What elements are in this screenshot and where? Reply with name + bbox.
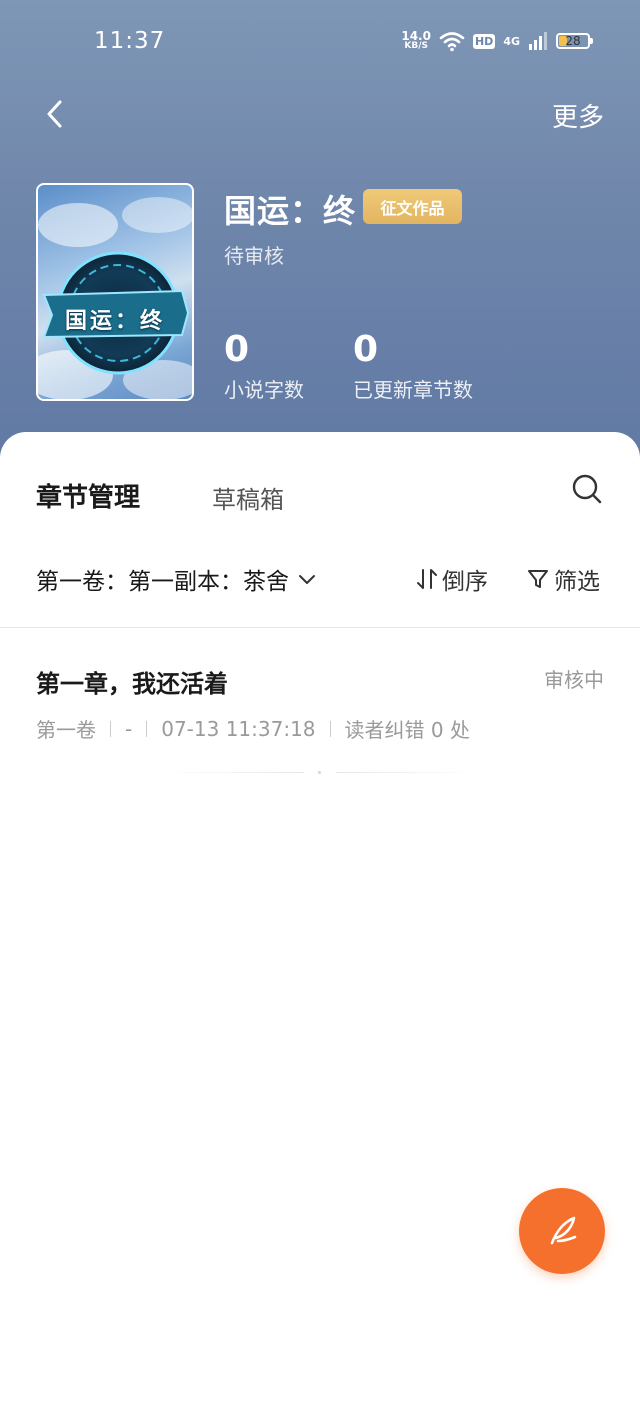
- stat-chapter-count: 0 已更新章节数: [353, 328, 473, 403]
- status-bar: 11:37 14.0 KB/S HD 4G 28: [0, 0, 640, 80]
- network-speed: 14.0 KB/S: [401, 29, 431, 51]
- chapter-time: 07-13 11:37:18: [161, 716, 316, 741]
- chapter-word-count: -: [125, 716, 133, 741]
- signal-icon: [529, 32, 547, 50]
- status-icons: 14.0 KB/S HD 4G 28: [401, 28, 593, 54]
- tab-chapter-management[interactable]: 章节管理: [36, 477, 140, 514]
- stat-value: 0: [224, 329, 250, 370]
- meta-separator: [329, 720, 331, 737]
- sort-label: 倒序: [442, 569, 488, 595]
- hd-badge: HD: [472, 33, 496, 49]
- meta-separator: [110, 720, 111, 737]
- list-end-dot: [318, 771, 321, 774]
- chapter-panel: 章节管理 草稿箱 第一卷：第一副本：茶舍 倒序 筛选 第一章，我还活着 审核中 …: [0, 432, 640, 1422]
- stat-value: 0: [353, 329, 379, 370]
- network-speed-value: 14.0: [401, 29, 431, 43]
- network-speed-unit: KB/S: [404, 41, 428, 51]
- book-title: 国运：终: [224, 192, 357, 230]
- chapter-reader-corrections: 读者纠错 0 处: [344, 718, 470, 742]
- chapter-meta: 第一卷 - 07-13 11:37:18 读者纠错 0 处: [36, 714, 470, 743]
- chevron-down-icon: [299, 575, 315, 584]
- filter-icon: [528, 570, 548, 588]
- search-button[interactable]: [570, 472, 604, 506]
- chapter-list-item[interactable]: 第一章，我还活着 审核中 第一卷 - 07-13 11:37:18 读者纠错 0…: [0, 628, 640, 768]
- book-header-background: 11:37 14.0 KB/S HD 4G 28 更多 国运：终 国运：终 征文…: [0, 0, 640, 470]
- stat-label: 小说字数: [224, 378, 304, 402]
- quill-pen-icon: [550, 1216, 577, 1245]
- status-time: 11:37: [94, 28, 166, 54]
- more-button[interactable]: 更多: [552, 97, 604, 134]
- write-chapter-button[interactable]: [519, 1188, 605, 1274]
- sort-button[interactable]: 倒序: [416, 562, 488, 596]
- volume-label: 第一卷：第一副本：茶舍: [36, 569, 289, 595]
- network-type: 4G: [503, 34, 520, 48]
- book-review-status: 待审核: [224, 244, 284, 268]
- filter-label: 筛选: [554, 569, 600, 595]
- book-cover[interactable]: 国运：终: [36, 183, 194, 401]
- sort-icon: [417, 569, 437, 589]
- cover-art: [38, 197, 192, 399]
- chapter-volume: 第一卷: [36, 718, 96, 742]
- battery-icon: 28: [556, 33, 593, 49]
- book-management-screen: 11:37 14.0 KB/S HD 4G 28 更多 国运：终 国运：终 征文…: [0, 0, 640, 1422]
- contest-badge: 征文作品: [363, 189, 462, 224]
- back-button[interactable]: [38, 96, 74, 132]
- cover-title: 国运：终: [64, 309, 165, 334]
- filter-button[interactable]: 筛选: [526, 562, 600, 596]
- tab-draft-box[interactable]: 草稿箱: [212, 480, 284, 515]
- chevron-left-icon: [47, 100, 62, 128]
- wifi-icon: [439, 32, 465, 52]
- volume-dropdown[interactable]: 第一卷：第一副本：茶舍: [36, 562, 317, 596]
- stat-label: 已更新章节数: [353, 378, 473, 402]
- meta-separator: [146, 720, 148, 737]
- list-end-divider-left: [162, 772, 304, 773]
- chapter-title: 第一章，我还活着: [36, 670, 228, 698]
- stat-word-count: 0 小说字数: [224, 328, 304, 403]
- battery-percent: 28: [565, 34, 581, 48]
- chapter-status: 审核中: [544, 668, 604, 692]
- list-end-divider-right: [336, 772, 478, 773]
- search-icon: [572, 474, 602, 504]
